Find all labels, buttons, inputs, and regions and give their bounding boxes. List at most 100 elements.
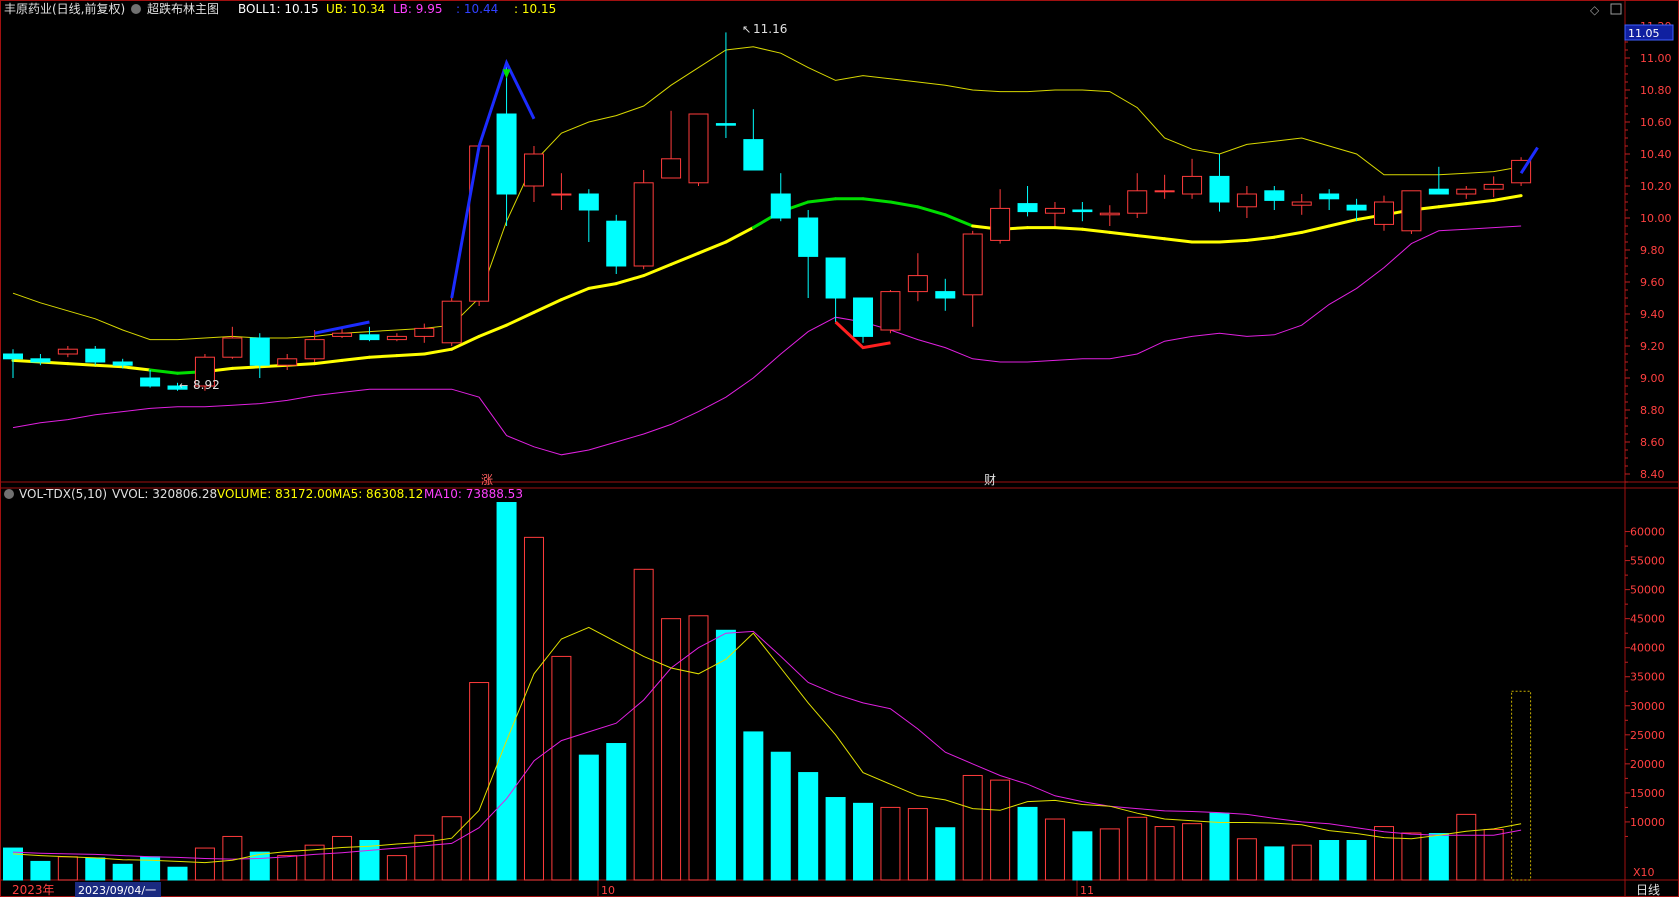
volume-bar: [57, 856, 78, 881]
candle-down: [853, 297, 874, 337]
candle-down: [715, 123, 736, 126]
candle-up: [277, 358, 298, 366]
candle-up: [1044, 207, 1065, 214]
candle-up: [990, 207, 1011, 241]
stock-chart[interactable]: 11.2011.0010.8010.6010.4010.2010.009.809…: [0, 0, 1679, 897]
boll-mid-segment: [1272, 230, 1304, 239]
volume-panel[interactable]: [3, 502, 1532, 881]
volume-bar: [907, 808, 928, 881]
candle-up: [688, 113, 709, 184]
boll-mid-segment: [1108, 230, 1139, 238]
event-mark-cai[interactable]: 财: [984, 473, 996, 487]
price-tick-label: 10.00: [1640, 212, 1672, 225]
low-annotation: 8.92: [193, 378, 220, 392]
volume-bar: [1264, 846, 1285, 881]
footer-period[interactable]: 日线: [1636, 883, 1660, 897]
price-tick-label: 9.20: [1640, 340, 1665, 353]
volume-bar: [880, 806, 901, 881]
candle-up: [1236, 193, 1257, 208]
candle-up: [523, 153, 544, 187]
volume-bar: [1017, 806, 1038, 881]
maximize-icon[interactable]: [1610, 3, 1622, 15]
boll-mid-segment: [66, 362, 97, 367]
volume-bar: [386, 855, 407, 881]
candle-down: [825, 257, 846, 299]
volume-bar: [496, 502, 517, 881]
candle-down: [1264, 190, 1285, 201]
price-panel[interactable]: [3, 32, 1539, 456]
footer-date: 2023/09/04/一: [78, 884, 156, 897]
price-tick-label: 9.40: [1640, 308, 1665, 321]
extra1-label: : 10.44: [456, 2, 498, 16]
vol-tick-label: 45000: [1630, 613, 1665, 626]
candle-up: [551, 193, 572, 196]
candle-up: [907, 275, 928, 293]
boll-mid-segment: [1217, 238, 1249, 244]
indicator-name[interactable]: 超跌布林主图: [147, 1, 219, 16]
price-tick-label: 9.00: [1640, 372, 1665, 385]
candle-down: [798, 217, 819, 257]
vol-tick-label: 15000: [1630, 787, 1665, 800]
indicator-toggle-icon[interactable]: [131, 4, 141, 14]
boll-mid-segment: [395, 352, 426, 358]
vol-tick-label: 10000: [1630, 816, 1665, 829]
boll-mid-segment: [230, 365, 262, 370]
candle-up: [633, 182, 654, 267]
candle-down: [578, 193, 599, 211]
diamond-icon[interactable]: ◇: [1590, 3, 1600, 17]
volume-bar: [85, 857, 106, 881]
volume-bar: [798, 772, 819, 881]
volume-bar: [990, 779, 1011, 881]
boll-mid-segment: [1163, 237, 1194, 244]
candle-down: [85, 348, 106, 363]
candle-down: [770, 193, 791, 219]
boll-mid-segment: [1245, 235, 1276, 242]
high-arrow-icon: ↖: [742, 23, 751, 36]
boll-mid-segment: [559, 286, 591, 302]
boll-mid-segment: [340, 355, 371, 362]
boll-mid-segment: [1135, 234, 1167, 241]
vvol-label: VVOL: 320806.28: [112, 487, 217, 501]
volume-bar: [1044, 818, 1065, 881]
candle-down: [496, 113, 517, 195]
volume-bar: [30, 860, 51, 881]
price-tick-label: 10.20: [1640, 180, 1672, 193]
vol-tick-label: 55000: [1630, 555, 1665, 568]
volume-bar: [1374, 826, 1394, 881]
volume-bar: [167, 866, 188, 881]
candle-down: [30, 358, 51, 363]
vol-name[interactable]: VOL-TDX(5,10): [19, 487, 107, 501]
boll-mid-segment: [724, 226, 755, 244]
volume-bar: [1209, 812, 1230, 881]
candle-up: [1127, 190, 1148, 214]
volume-bar: [1483, 828, 1504, 881]
ub-label: UB: 10.34: [326, 2, 385, 16]
event-mark-zhang[interactable]: 涨: [481, 472, 493, 487]
volume-bar: [825, 797, 846, 881]
volume-bar: [222, 835, 243, 881]
candle-down: [1428, 188, 1449, 195]
vol-toggle-icon[interactable]: [4, 489, 14, 499]
boll-mid-segment: [532, 298, 563, 314]
price-tick-label: 10.60: [1640, 116, 1672, 129]
candle-up: [1374, 201, 1394, 225]
price-tick-label: 9.80: [1640, 244, 1665, 257]
vol-ma10-line: [12, 630, 1522, 860]
candle-up: [332, 332, 353, 337]
outer-border: [0, 0, 1679, 897]
candle-up: [1483, 183, 1504, 190]
boll-mid-segment: [943, 213, 975, 228]
volume-bar: [1127, 816, 1148, 881]
candle-down: [249, 337, 270, 366]
candle-up: [1154, 190, 1175, 193]
candle-up: [661, 158, 682, 179]
volume-label: VOLUME: 83172.00: [217, 487, 332, 501]
boll-mid-segment: [1327, 218, 1359, 228]
candle-up: [1099, 212, 1120, 216]
candle-down: [1072, 209, 1093, 213]
boll-mid-segment: [1080, 227, 1112, 234]
candle-down: [112, 361, 133, 366]
price-tick-label: 8.80: [1640, 404, 1665, 417]
vol-tick-label: 50000: [1630, 584, 1665, 597]
footer-year: 2023年: [12, 883, 55, 897]
